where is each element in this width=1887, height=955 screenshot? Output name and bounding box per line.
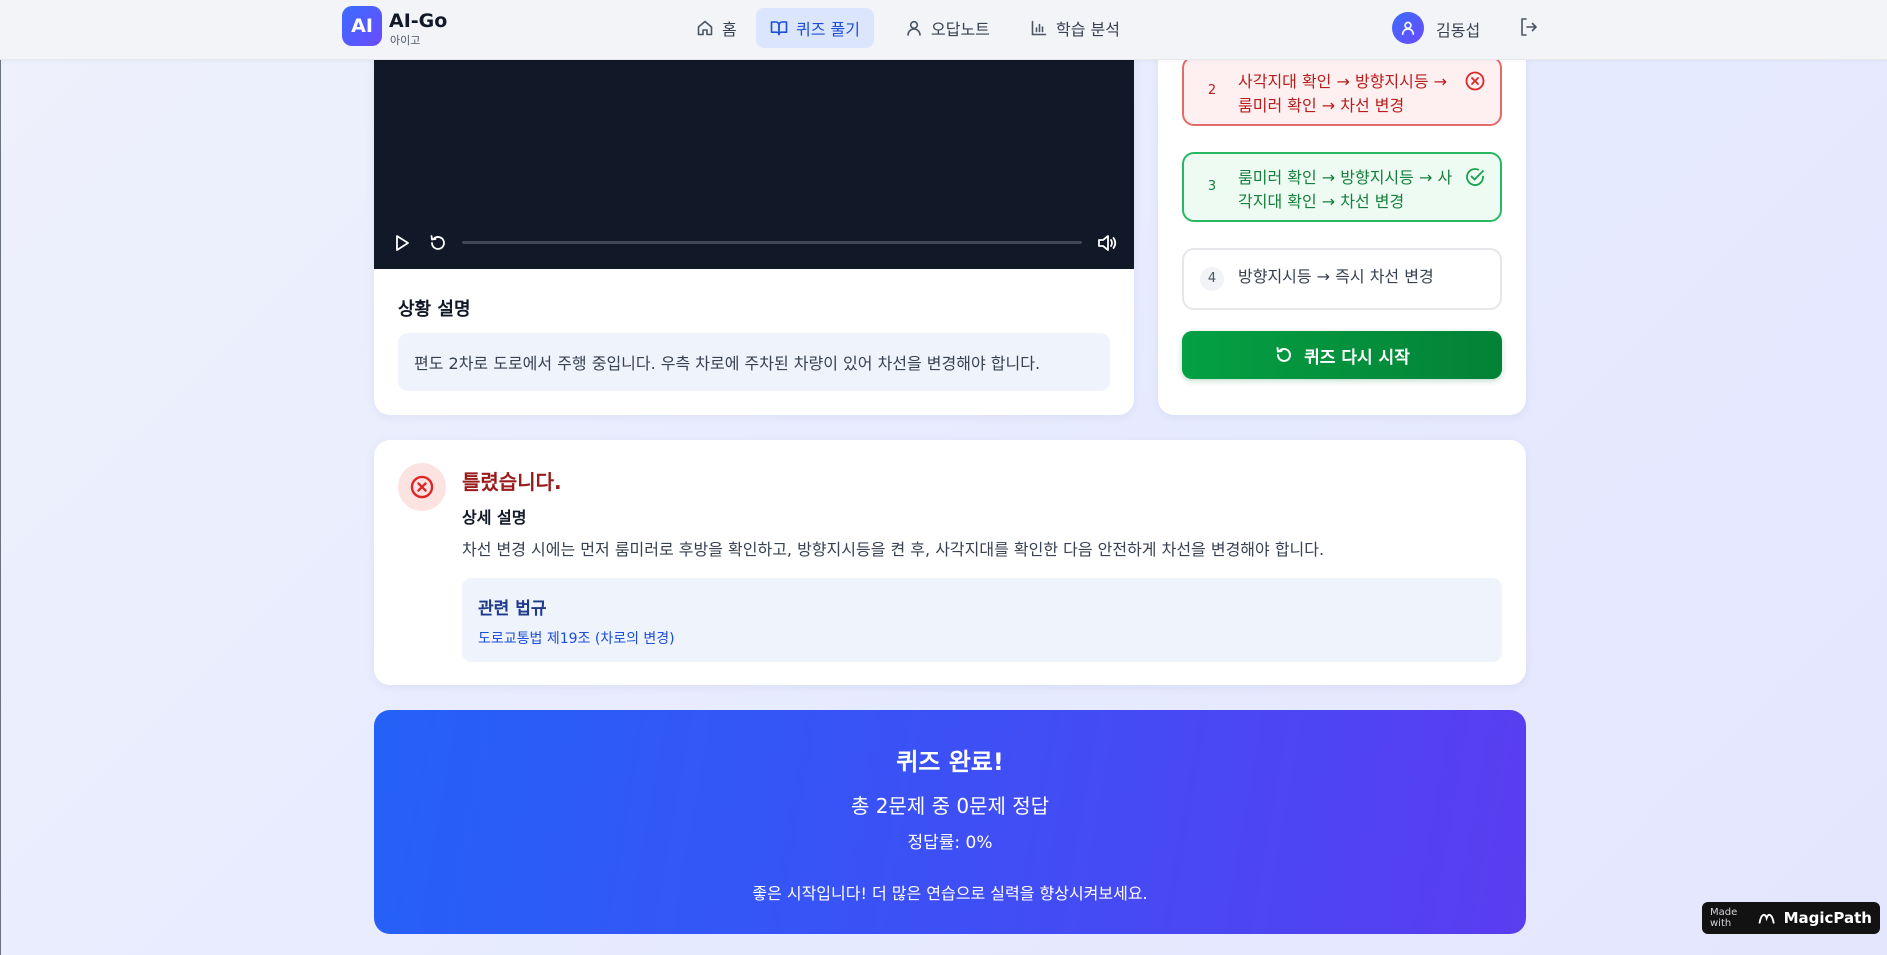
quiz-complete-card: 퀴즈 완료! 총 2문제 중 0문제 정답 정답률: 0% 좋은 시작입니다! … <box>374 710 1526 934</box>
complete-score: 총 2문제 중 0문제 정답 <box>850 794 1050 818</box>
nav-label: 오답노트 <box>931 20 990 39</box>
options-card: 2 사각지대 확인 → 방향지시등 → 룸미러 확인 → 차선 변경 3 룸미러… <box>1158 20 1526 415</box>
nav-analysis[interactable]: 학습 분석 <box>1016 8 1134 48</box>
top-navbar: AI AI-Go 아이고 홈 퀴즈 풀기 오답노트 학습 분석 김동섭 <box>0 0 1887 60</box>
option-4[interactable]: 4 방향지시등 → 즉시 차선 변경 <box>1182 248 1502 310</box>
situation-text: 편도 2차로 도로에서 주행 중입니다. 우측 차로에 주차된 차량이 있어 차… <box>414 354 1041 373</box>
restart-icon[interactable] <box>428 233 448 253</box>
option-text: 사각지대 확인 → 방향지시등 → 룸미러 확인 → 차선 변경 <box>1238 72 1448 115</box>
situation-title: 상황 설명 <box>398 299 471 320</box>
complete-title: 퀴즈 완료! <box>896 748 1004 776</box>
nav-label: 홈 <box>722 20 737 39</box>
nav-quiz[interactable]: 퀴즈 풀기 <box>756 8 874 48</box>
option-number: 2 <box>1207 83 1217 98</box>
nav-home[interactable]: 홈 <box>682 8 751 48</box>
home-icon <box>697 20 713 36</box>
restart-label: 퀴즈 다시 시작 <box>1304 347 1410 368</box>
bar-chart-icon <box>1031 20 1047 36</box>
complete-message: 좋은 시작입니다! 더 많은 연습으로 실력을 향상시켜보세요. <box>752 884 1148 903</box>
app-subtitle: 아이고 <box>390 34 421 47</box>
nav-wrong-notes[interactable]: 오답노트 <box>891 8 1004 48</box>
nav-label: 퀴즈 풀기 <box>796 20 860 39</box>
detail-title: 상세 설명 <box>462 508 527 527</box>
book-open-icon <box>770 21 788 36</box>
video-progress-bar[interactable] <box>462 241 1082 244</box>
x-circle-icon <box>410 475 434 499</box>
option-number: 3 <box>1207 179 1217 194</box>
magicpath-logo-icon <box>1759 913 1775 924</box>
video-card: 상황 설명 편도 2차로 도로에서 주행 중입니다. 우측 차로에 주차된 차량… <box>374 20 1134 415</box>
result-title: 틀렸습니다. <box>462 470 562 494</box>
user-icon <box>907 20 921 36</box>
badge-brand: MagicPath <box>1783 909 1872 927</box>
result-icon <box>398 463 446 511</box>
volume-icon[interactable] <box>1096 232 1118 254</box>
made-with-magicpath-badge[interactable]: Made with MagicPath <box>1702 902 1880 934</box>
result-card: 틀렸습니다. 상세 설명 차선 변경 시에는 먼저 룸미러로 후방을 확인하고,… <box>374 440 1526 685</box>
law-title: 관련 법규 <box>478 599 547 619</box>
rotate-ccw-icon <box>1276 347 1292 362</box>
situation-description: 편도 2차로 도로에서 주행 중입니다. 우측 차로에 주차된 차량이 있어 차… <box>398 333 1110 391</box>
restart-quiz-button[interactable]: 퀴즈 다시 시작 <box>1182 331 1502 379</box>
logo-mark: AI <box>351 15 373 37</box>
law-text: 도로교통법 제19조 (차로의 변경) <box>478 631 675 647</box>
avatar[interactable] <box>1392 12 1424 44</box>
logo[interactable]: AI <box>342 6 382 46</box>
badge-prefix: Made with <box>1710 907 1738 929</box>
option-3[interactable]: 3 룸미러 확인 → 방향지시등 → 사각지대 확인 → 차선 변경 <box>1182 152 1502 222</box>
check-circle-icon <box>1466 168 1484 186</box>
user-icon <box>1401 21 1415 36</box>
play-icon[interactable] <box>392 233 412 253</box>
nav-label: 학습 분석 <box>1056 20 1120 39</box>
logout-icon[interactable] <box>1518 16 1540 38</box>
option-text: 룸미러 확인 → 방향지시등 → 사각지대 확인 → 차선 변경 <box>1238 168 1453 211</box>
user-name[interactable]: 김동섭 <box>1436 17 1480 41</box>
complete-rate: 정답률: 0% <box>907 833 993 853</box>
option-text: 방향지시등 → 즉시 차선 변경 <box>1238 267 1434 286</box>
window-edge <box>0 0 1 955</box>
detail-text: 차선 변경 시에는 먼저 룸미러로 후방을 확인하고, 방향지시등을 켠 후, … <box>462 540 1325 559</box>
option-number: 4 <box>1200 267 1224 291</box>
option-2[interactable]: 2 사각지대 확인 → 방향지시등 → 룸미러 확인 → 차선 변경 <box>1182 56 1502 126</box>
x-circle-icon <box>1465 71 1485 91</box>
related-law-box: 관련 법규 도로교통법 제19조 (차로의 변경) <box>462 578 1502 662</box>
app-name: AI-Go <box>389 10 448 32</box>
